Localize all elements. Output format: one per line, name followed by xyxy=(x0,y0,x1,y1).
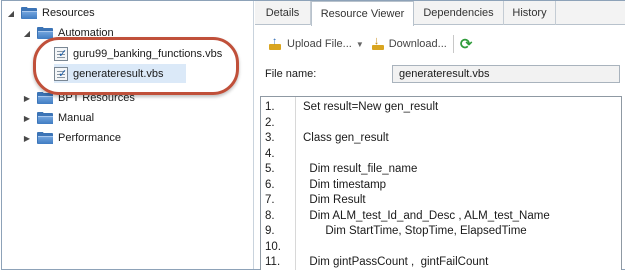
code-text: Dim StartTime, StopTime, ElapsedTime xyxy=(303,225,527,237)
code-text: Set result=New gen_result xyxy=(303,101,439,113)
refresh-icon: ⟳ xyxy=(459,35,473,53)
tree-node-label: BPT Resources xyxy=(58,92,135,104)
code-text: Dim result_file_name xyxy=(303,163,418,175)
line-number: 3. xyxy=(265,132,275,144)
tree-node-resources[interactable]: ◢ Resources xyxy=(6,4,95,22)
code-line: 1. Set result=New gen_result xyxy=(261,101,621,115)
tree-node-label: Manual xyxy=(58,112,95,124)
expand-arrow-icon[interactable]: ▶ xyxy=(22,113,32,123)
code-text: Dim ALM_test_Id_and_Desc , ALM_test_Name xyxy=(303,209,550,222)
refresh-button[interactable]: ⟳ xyxy=(460,37,473,52)
resource-panel: Details Resource Viewer Dependencies His… xyxy=(255,1,625,270)
code-text: Dim Result xyxy=(303,194,366,206)
line-number: 8. xyxy=(265,209,275,222)
resource-tree: ◢ Resources ◢ Automation ✓ guru99_bankin… xyxy=(2,1,254,269)
download-label: Download... xyxy=(388,38,447,50)
line-number: 4. xyxy=(265,147,275,160)
folder-icon xyxy=(37,92,53,104)
collapse-arrow-icon[interactable]: ◢ xyxy=(6,8,16,18)
tab-bar: Details Resource Viewer Dependencies His… xyxy=(255,1,625,26)
line-number: 9. xyxy=(265,225,275,237)
upload-file-label: Upload File... xyxy=(287,38,352,50)
code-line: 4. xyxy=(261,148,621,162)
code-text: Dim timestamp xyxy=(303,178,387,191)
tree-node-bpt-resources[interactable]: ▶ BPT Resources xyxy=(22,89,135,107)
collapse-arrow-icon[interactable]: ◢ xyxy=(22,28,32,38)
folder-icon xyxy=(21,7,37,19)
tab-history[interactable]: History xyxy=(504,1,556,25)
line-number: 2. xyxy=(265,116,275,129)
download-button[interactable]: ↓ Download... xyxy=(371,35,447,51)
toolbar: ↑ Upload File... ▼ ↓ Download... ⟳ xyxy=(255,31,625,57)
code-line: 9. Dim StartTime, StopTime, ElapsedTime xyxy=(261,225,621,239)
upload-file-button[interactable]: ↑ Upload File... ▼ xyxy=(269,36,364,50)
script-file-icon: ✓ xyxy=(54,47,68,61)
code-line: 7. Dim Result xyxy=(261,194,621,208)
tree-node-file[interactable]: ✓ guru99_banking_functions.vbs xyxy=(54,45,222,63)
tree-node-label: guru99_banking_functions.vbs xyxy=(73,48,223,60)
app-window: ◢ Resources ◢ Automation ✓ guru99_bankin… xyxy=(1,0,625,270)
script-file-icon: ✓ xyxy=(54,67,68,81)
line-number: 11. xyxy=(265,256,281,268)
line-number: 10. xyxy=(265,240,281,253)
expand-arrow-icon[interactable]: ▶ xyxy=(22,93,32,103)
tab-details[interactable]: Details xyxy=(255,1,311,25)
line-number: 6. xyxy=(265,178,275,191)
code-line: 11. Dim gintPassCount , gintFailCount xyxy=(261,256,621,270)
folder-icon xyxy=(37,27,53,39)
code-line: 5. Dim result_file_name xyxy=(261,163,621,177)
tree-node-performance[interactable]: ▶ Performance xyxy=(22,129,121,147)
code-line: 6. Dim timestamp xyxy=(261,179,621,193)
tree-node-label: Resources xyxy=(42,7,95,19)
tree-node-automation[interactable]: ◢ Automation xyxy=(22,24,114,42)
code-viewer[interactable]: 1. Set result=New gen_result 2. 3. Class gen… xyxy=(260,96,622,270)
folder-icon xyxy=(37,132,53,144)
file-name-field[interactable]: generateresult.vbs xyxy=(392,65,620,83)
code-text: Class gen_result xyxy=(303,132,389,144)
line-number: 5. xyxy=(265,163,275,175)
toolbar-separator xyxy=(452,35,454,53)
tree-node-manual[interactable]: ▶ Manual xyxy=(22,109,94,127)
file-name-label: File name: xyxy=(265,68,317,80)
tree-node-label: Automation xyxy=(58,27,114,39)
code-line: 3. Class gen_result xyxy=(261,132,621,146)
code-line: 2. xyxy=(261,117,621,131)
code-text: Dim gintPassCount , gintFailCount xyxy=(303,256,489,268)
file-name-row: File name: generateresult.vbs xyxy=(255,63,625,85)
upload-icon: ↑ xyxy=(269,36,281,50)
line-number: 1. xyxy=(265,101,275,113)
code-line: 8. Dim ALM_test_Id_and_Desc , ALM_test_N… xyxy=(261,210,621,224)
tree-node-file-selected[interactable]: ✓ generateresult.vbs xyxy=(54,65,164,83)
tab-resource-viewer[interactable]: Resource Viewer xyxy=(311,1,414,26)
expand-arrow-icon[interactable]: ▶ xyxy=(22,133,32,143)
tree-node-label: generateresult.vbs xyxy=(73,68,164,80)
code-line: 10. xyxy=(261,241,621,255)
tree-node-label: Performance xyxy=(58,132,121,144)
download-icon: ↓ xyxy=(371,35,384,51)
folder-icon xyxy=(37,112,53,124)
tab-dependencies[interactable]: Dependencies xyxy=(414,1,504,25)
line-number: 7. xyxy=(265,194,275,206)
dropdown-arrow-icon[interactable]: ▼ xyxy=(356,40,364,49)
